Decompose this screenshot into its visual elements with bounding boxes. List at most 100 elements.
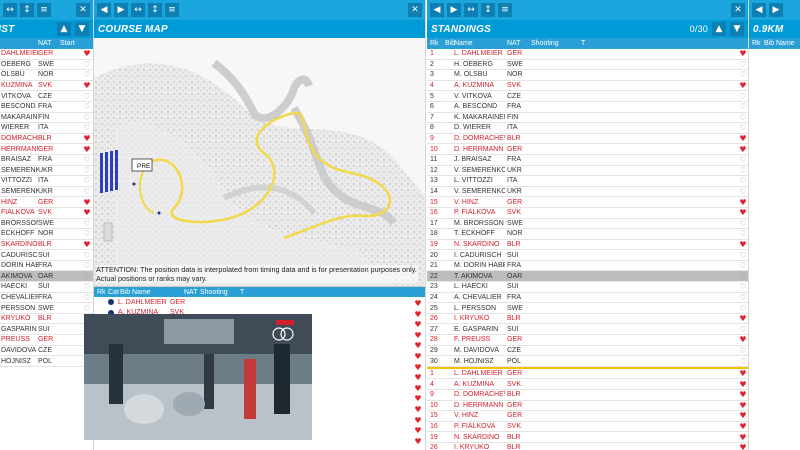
list-item[interactable]: HERRMANN GER ♥ [0, 144, 93, 155]
favorite-heart-icon[interactable]: ♡ [82, 176, 92, 185]
favorite-heart-icon[interactable]: ♥ [738, 411, 748, 420]
favorite-heart-icon[interactable]: ♡ [738, 325, 748, 334]
list-item[interactable]: KRYUKOBLR♥ [0, 314, 93, 325]
favorite-heart-icon[interactable]: ♥ [82, 49, 92, 58]
favorite-heart-icon[interactable]: ♡ [738, 251, 748, 260]
table-row[interactable]: 15 V. HINZ GER ♥ [427, 197, 748, 208]
list-item[interactable]: VITKOVA CZE ♡ [0, 91, 93, 102]
list-item[interactable]: KUZMINA SVK ♥ [0, 81, 93, 92]
favorite-heart-icon[interactable]: ♡ [738, 70, 748, 79]
list-item[interactable]: HAECKI SUI ♡ [0, 282, 93, 293]
favorite-heart-icon[interactable]: ♡ [738, 282, 748, 291]
scroll-up-icon[interactable]: ▲ [57, 22, 71, 36]
favorite-heart-icon[interactable]: ♡ [738, 357, 748, 366]
table-row[interactable]: 5 V. VITKOVA CZE ♡ [427, 91, 748, 102]
list-item[interactable]: DOMRACHEVABLR ♥ [0, 134, 93, 145]
menu-icon[interactable]: ≡ [165, 3, 179, 17]
favorite-heart-icon[interactable]: ♡ [82, 187, 92, 196]
table-row[interactable]: 20 I. CADURISCH SUI ♡ [427, 250, 748, 261]
scroll-down-icon[interactable]: ▼ [75, 22, 89, 36]
favorite-heart-icon[interactable]: ♥ [738, 390, 748, 399]
list-item[interactable]: AKIMOVA OAR ♡ [0, 271, 93, 283]
favorite-heart-icon[interactable]: ♥ [413, 352, 423, 363]
table-row[interactable]: 23 L. HAECKI SUI ♡ [427, 282, 748, 293]
table-row[interactable]: 27 E. GASPARIN SUI ♡ [427, 324, 748, 336]
table-row[interactable]: 6 A. BESCOND FRA ♡ [427, 102, 748, 113]
favorite-heart-icon[interactable]: ♥ [738, 198, 748, 207]
favorite-heart-icon[interactable]: ♡ [82, 282, 92, 291]
list-item[interactable]: WIERER ITA ♡ [0, 123, 93, 134]
favorite-heart-icon[interactable]: ♡ [738, 304, 748, 313]
table-row[interactable]: 29 M. DAVIDOVA CZE ♡ [427, 346, 748, 357]
video-player[interactable] [84, 314, 312, 440]
close-icon[interactable]: ✕ [731, 3, 745, 17]
favorite-heart-icon[interactable]: ♥ [413, 394, 423, 405]
scroll-down-icon[interactable]: ▼ [730, 22, 744, 36]
favorite-heart-icon[interactable]: ♥ [413, 310, 423, 321]
table-row[interactable]: 19 N. SKARDINO BLR ♥ [427, 240, 748, 251]
list-item[interactable]: CHEVALIER FRA ♡ [0, 293, 93, 304]
prev-icon[interactable]: ◀ [97, 3, 111, 17]
table-row[interactable]: 28 F. PREUSS GER ♥ [427, 335, 748, 346]
expand-icon[interactable]: ↔ [464, 3, 478, 17]
favorite-heart-icon[interactable]: ♥ [738, 49, 748, 58]
favorite-heart-icon[interactable]: ♡ [738, 113, 748, 122]
favorite-heart-icon[interactable]: ♥ [82, 240, 92, 249]
favorite-heart-icon[interactable]: ♥ [82, 81, 92, 90]
table-row[interactable]: 24 A. CHEVALIER FRA ♡ [427, 293, 748, 304]
list-item[interactable]: BESCOND FRA ♡ [0, 102, 93, 113]
list-item[interactable]: BRORSSON SWE ♡ [0, 219, 93, 230]
table-row[interactable]: 9 D. DOMRACHEVABLR ♥ [427, 134, 748, 145]
table-row[interactable]: 1 L. DAHLMEIER GER ♥ [427, 369, 748, 380]
table-row[interactable]: 12 V. SEMERENKO UKR ♡ [427, 166, 748, 177]
favorite-heart-icon[interactable]: ♡ [82, 219, 92, 228]
favorite-heart-icon[interactable]: ♡ [738, 176, 748, 185]
list-item[interactable]: HINZ GER ♥ [0, 197, 93, 208]
favorite-heart-icon[interactable]: ♡ [738, 229, 748, 238]
favorite-heart-icon[interactable]: ♡ [82, 102, 92, 111]
favorite-heart-icon[interactable]: ♥ [738, 380, 748, 389]
favorite-heart-icon[interactable]: ♡ [82, 155, 92, 164]
list-item[interactable]: SEMERENKOUKR ♡ [0, 166, 93, 177]
list-item[interactable]: MAKARAINENFIN ♡ [0, 113, 93, 124]
table-row[interactable]: 16 P. FIALKOVA SVK ♥ [427, 208, 748, 219]
table-row[interactable]: 8 D. WIERER ITA ♡ [427, 123, 748, 134]
table-row[interactable]: 1 L. DAHLMEIER GER ♥ [427, 49, 748, 60]
list-item[interactable]: ECKHOFF NOR ♡ [0, 229, 93, 240]
favorite-heart-icon[interactable]: ♥ [413, 405, 423, 416]
favorite-heart-icon[interactable]: ♥ [738, 422, 748, 431]
list-item[interactable]: BRAISAZ FRA ♡ [0, 155, 93, 166]
list-item[interactable]: DAHLMEIER GER ♥ [0, 49, 93, 60]
table-row[interactable]: 26 I. KRYUKO BLR ♥ [427, 443, 748, 450]
favorite-heart-icon[interactable]: ♡ [738, 346, 748, 355]
table-row[interactable]: 17 M. BRORSSON SWE ♡ [427, 219, 748, 230]
list-item[interactable]: PREUSSGER♥ [0, 335, 93, 346]
favorite-heart-icon[interactable]: ♥ [413, 331, 423, 342]
next-icon[interactable]: ▶ [769, 3, 783, 17]
favorite-heart-icon[interactable]: ♥ [413, 299, 423, 310]
table-row[interactable]: 10 D. HERRMANN GER ♥ [427, 401, 748, 412]
table-row[interactable]: 19 N. SKARDINO BLR ♥ [427, 432, 748, 443]
favorite-heart-icon[interactable]: ♡ [82, 304, 92, 313]
favorite-heart-icon[interactable]: ♡ [82, 166, 92, 175]
table-row[interactable]: 9 D. DOMRACHEVABLR ♥ [427, 390, 748, 401]
menu-icon[interactable]: ≡ [498, 3, 512, 17]
next-icon[interactable]: ▶ [447, 3, 461, 17]
table-row[interactable]: 13 L. VITTOZZI ITA ♡ [427, 176, 748, 187]
table-row[interactable]: 18 T. ECKHOFF NOR ♡ [427, 229, 748, 240]
favorite-heart-icon[interactable]: ♥ [413, 363, 423, 374]
favorite-heart-icon[interactable]: ♡ [82, 92, 92, 101]
favorite-heart-icon[interactable]: ♥ [738, 81, 748, 90]
favorite-heart-icon[interactable]: ♡ [82, 123, 92, 132]
list-item[interactable]: OLSBU NOR ♡ [0, 70, 93, 81]
favorite-heart-icon[interactable]: ♡ [738, 261, 748, 270]
favorite-heart-icon[interactable]: ♥ [82, 198, 92, 207]
favorite-heart-icon[interactable]: ♡ [82, 70, 92, 79]
list-item[interactable]: HOJNISZPOL♡ [0, 356, 93, 367]
table-row[interactable]: 15 V. HINZ GER ♥ [427, 411, 748, 422]
favorite-heart-icon[interactable]: ♥ [413, 384, 423, 395]
favorite-heart-icon[interactable]: ♥ [738, 145, 748, 154]
favorite-heart-icon[interactable]: ♥ [738, 369, 748, 378]
favorite-heart-icon[interactable]: ♡ [82, 113, 92, 122]
list-item[interactable]: SKARDINO BLR ♥ [0, 240, 93, 251]
